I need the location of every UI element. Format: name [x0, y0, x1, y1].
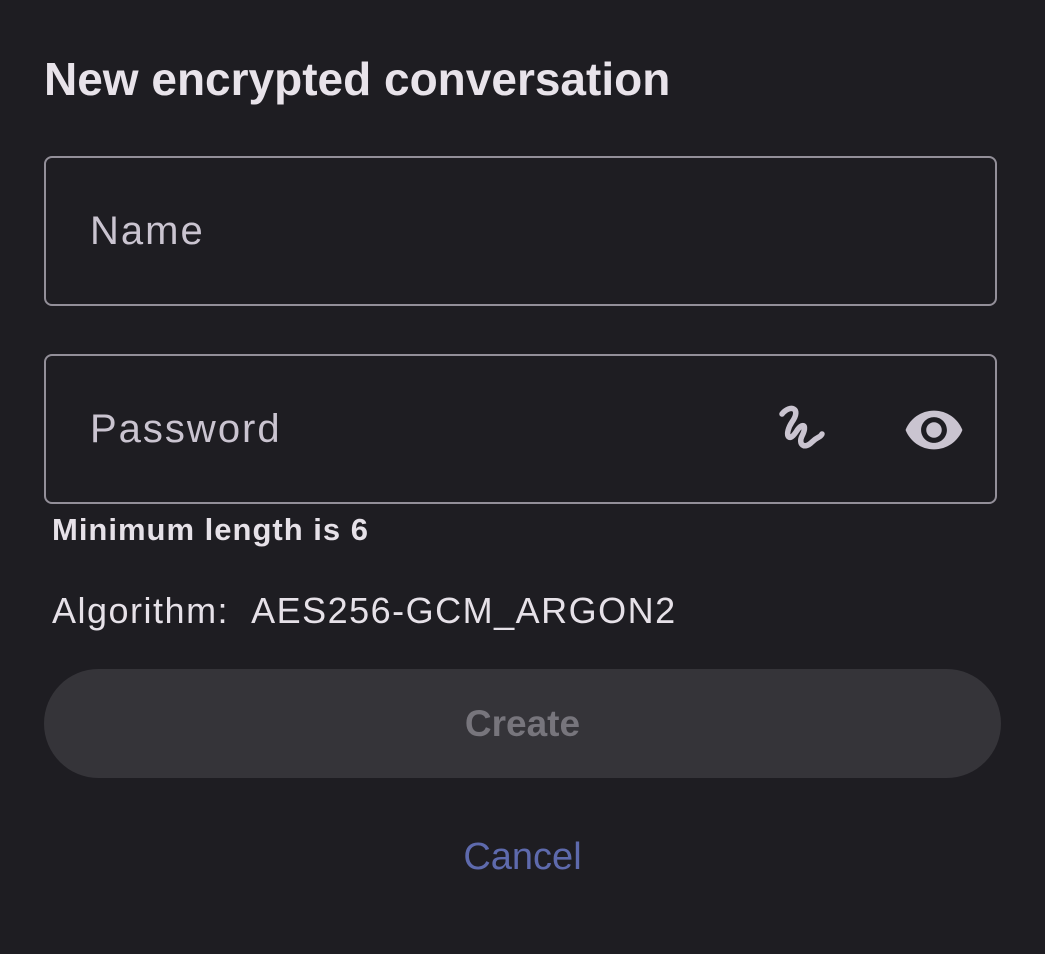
password-field[interactable]: [44, 354, 997, 504]
new-conversation-dialog: New encrypted conversation Minimum lengt…: [0, 0, 1045, 954]
create-button[interactable]: Create: [44, 669, 1001, 778]
password-generate-icon[interactable]: [768, 396, 836, 464]
eye-icon[interactable]: [900, 396, 968, 464]
password-input[interactable]: [46, 356, 995, 502]
algorithm-value[interactable]: AES256-GCM_ARGON2: [251, 590, 677, 631]
algorithm-label: Algorithm:: [52, 590, 230, 631]
name-input[interactable]: [46, 158, 995, 304]
dialog-title: New encrypted conversation: [44, 53, 671, 105]
name-field[interactable]: [44, 156, 997, 306]
algorithm-row: Algorithm: AES256-GCM_ARGON2: [52, 590, 677, 632]
password-helper-text: Minimum length is 6: [52, 512, 369, 547]
cancel-button[interactable]: Cancel: [0, 830, 1045, 884]
